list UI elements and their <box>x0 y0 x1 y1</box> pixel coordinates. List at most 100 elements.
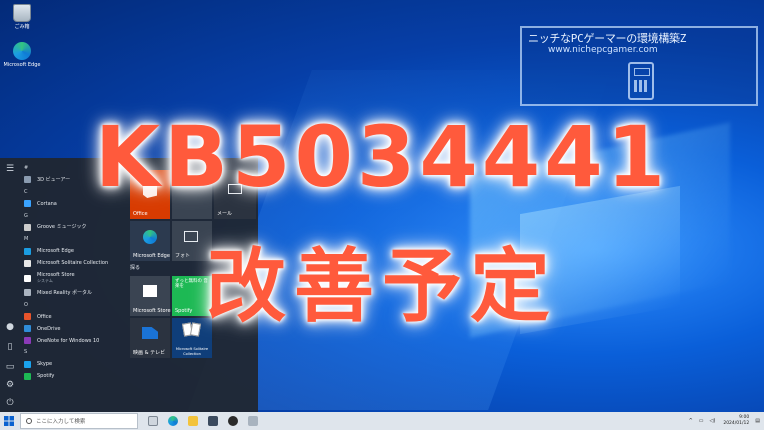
app-list-label: G <box>24 212 28 219</box>
tile-label: Spotify <box>175 308 193 314</box>
desktop-icon-label: ごみ箱 <box>14 24 30 30</box>
app-list-label: Groove ミュージック <box>37 224 87 231</box>
tile-edge[interactable]: Microsoft Edge <box>130 221 170 261</box>
tile-office[interactable]: Office <box>130 170 170 219</box>
app-list-label: Cortana <box>37 200 57 207</box>
tile-store[interactable]: Microsoft Store <box>130 276 171 316</box>
app-list-letter-header[interactable]: S <box>20 346 126 358</box>
start-menu: ☰ ● ▯ ▭ ⚙ ⏻ #3D ビューアー C Cortana G Groove ミュー… <box>0 158 258 412</box>
file-explorer-icon[interactable] <box>188 416 198 426</box>
app-list-letter-header[interactable]: M <box>20 233 126 245</box>
desktop-icon-recycle-bin[interactable]: ごみ箱 <box>0 4 44 30</box>
watermark-url: www.nichepcgamer.com <box>548 45 658 55</box>
system-clock[interactable]: 9:00 2024/01/12 <box>723 415 749 427</box>
app-list: #3D ビューアー C Cortana G Groove ミュージック M Microsof… <box>20 162 126 412</box>
tile-photos[interactable]: フォト <box>172 221 212 261</box>
store-icon[interactable] <box>208 416 218 426</box>
app-list-label: Mixed Reality ポータル <box>37 289 93 296</box>
tile-area: Office メール Microsoft Edge フォト 探る Microso… <box>128 158 258 412</box>
app-list-letter-header[interactable]: G <box>20 210 126 222</box>
user-account-icon[interactable]: ● <box>5 322 15 332</box>
cube-icon <box>24 176 31 184</box>
wallpaper-window-light <box>470 122 730 338</box>
app-list-label: Microsoft Edge <box>37 248 74 255</box>
app-list-letter-header[interactable]: C <box>20 186 126 198</box>
app-list-label: S <box>24 349 28 356</box>
app-list-item[interactable]: Microsoft Edge <box>20 245 126 257</box>
search-icon <box>26 418 32 424</box>
tile-label: Microsoft Edge <box>133 253 170 259</box>
edge-icon <box>13 42 31 60</box>
spotify-tile-text: ずっと無料の 音楽を <box>175 279 208 289</box>
edge-icon <box>24 247 31 255</box>
store-icon <box>143 285 157 297</box>
app-list-label: C <box>24 188 28 195</box>
onenote-icon <box>24 337 31 345</box>
taskbar-search-box[interactable]: ここに入力して検索 <box>20 413 138 429</box>
app-list-item[interactable]: Mixed Reality ポータル <box>20 287 126 299</box>
volume-icon[interactable]: ◁) <box>710 418 716 424</box>
chevron-up-icon[interactable]: ^ <box>689 418 693 424</box>
documents-icon[interactable]: ▯ <box>5 342 15 352</box>
cortana-icon <box>24 200 31 208</box>
tile-blank[interactable] <box>172 170 212 219</box>
app-list-label: OneNote for Windows 10 <box>37 337 100 344</box>
app-list-item[interactable]: Microsoft Store システム <box>20 269 126 287</box>
tile-label: Microsoft Store <box>133 308 171 314</box>
app-list-item[interactable]: Groove ミュージック <box>20 221 126 233</box>
office-icon <box>143 182 157 198</box>
pictures-icon[interactable]: ▭ <box>5 362 15 372</box>
tile-label: Office <box>133 211 148 217</box>
start-button[interactable] <box>0 412 18 430</box>
recycle-bin-icon <box>13 4 31 22</box>
app-list-item[interactable]: Office <box>20 311 126 323</box>
tile-label: メール <box>217 211 233 217</box>
app-list-label: OneDrive <box>37 325 61 332</box>
app-list-label: O <box>24 301 28 308</box>
film-icon <box>142 327 158 339</box>
tile-label: Microsoft Solitaire Collection <box>175 347 209 356</box>
tile-movies[interactable]: 映画 & テレビ <box>130 318 170 358</box>
notification-icon[interactable]: ▤ <box>755 418 760 424</box>
taskbar: ここに入力して検索 ^ ▭ ◁) 9:00 2024/01/12 ▤ <box>0 412 764 430</box>
spotify-icon <box>24 372 31 380</box>
search-placeholder: ここに入力して検索 <box>36 419 86 425</box>
app-list-label: Spotify <box>37 373 55 380</box>
hamburger-menu-icon[interactable]: ☰ <box>5 164 15 174</box>
app-icon[interactable] <box>248 416 258 426</box>
app-list-item[interactable]: OneNote for Windows 10 <box>20 335 126 347</box>
app-list-item[interactable]: Microsoft Solitaire Collection <box>20 257 126 269</box>
app-list-letter-header[interactable]: # <box>20 162 126 174</box>
tile-label: フォト <box>175 253 191 259</box>
tile-spotify[interactable]: ずっと無料の 音楽を Spotify <box>172 276 212 316</box>
app-list-item[interactable]: Spotify <box>20 370 126 382</box>
app-list-item[interactable]: Cortana <box>20 198 126 210</box>
mixed-reality-icon <box>24 289 31 297</box>
clock-date: 2024/01/12 <box>723 421 750 426</box>
settings-gear-icon[interactable]: ⚙ <box>5 380 15 390</box>
app-list-letter-header[interactable]: O <box>20 299 126 311</box>
edge-icon <box>143 230 157 244</box>
tile-label: 映画 & テレビ <box>133 350 166 356</box>
watermark-title: ニッチなPCゲーマーの環境構築Z <box>528 32 687 45</box>
power-icon[interactable]: ⏻ <box>5 398 15 408</box>
app-list-label: M <box>24 236 29 243</box>
desktop-icon-label: Microsoft Edge <box>3 62 41 68</box>
edge-icon[interactable] <box>168 416 178 426</box>
start-menu-rail: ☰ ● ▯ ▭ ⚙ ⏻ <box>0 158 20 412</box>
app-list-label: # <box>24 164 29 171</box>
desktop-icon-edge[interactable]: Microsoft Edge <box>0 42 44 68</box>
settings-gear-icon[interactable] <box>228 416 238 426</box>
network-icon[interactable]: ▭ <box>699 418 704 424</box>
tile-mail[interactable]: メール <box>214 170 256 219</box>
app-list-label: Microsoft Solitaire Collection <box>37 260 109 267</box>
groove-icon <box>24 223 31 231</box>
app-list-item[interactable]: 3D ビューアー <box>20 174 126 186</box>
task-view-icon[interactable] <box>148 416 158 426</box>
app-list-item[interactable]: OneDrive <box>20 323 126 335</box>
onedrive-icon <box>24 325 31 333</box>
app-list-label: Skype <box>37 361 53 368</box>
site-watermark: ニッチなPCゲーマーの環境構築Z www.nichepcgamer.com <box>520 26 758 106</box>
tile-solitaire[interactable]: Microsoft Solitaire Collection <box>172 318 212 358</box>
app-list-item[interactable]: Skype <box>20 358 126 370</box>
